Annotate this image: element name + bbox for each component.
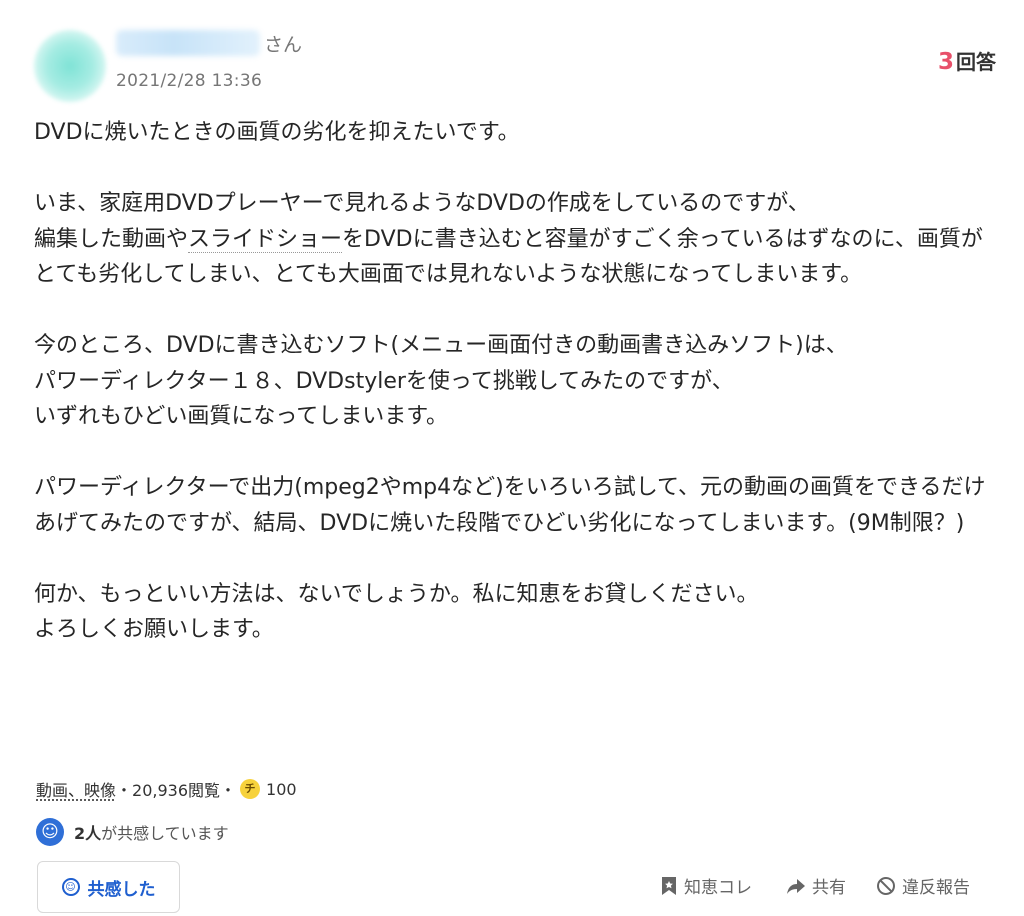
- empathy-button-label: 共感した: [87, 879, 156, 900]
- empathy-count: 2人: [74, 824, 102, 843]
- keyword-link[interactable]: スライドショー: [188, 226, 343, 253]
- question-paragraph-1-rest: 編集した動画やスライドショーをDVDに書き込むと容量がすごく余っているはずなのに…: [34, 222, 1000, 293]
- report-button[interactable]: 違反報告: [876, 873, 970, 898]
- view-count: ・20,936閲覧・: [116, 781, 237, 800]
- question-paragraph-4-line-1: 何か、もっといい方法は、ないでしょうか。私に知恵をお貸しください。: [34, 581, 759, 607]
- question-title: DVDに焼いたときの画質の劣化を抑えたいです。: [34, 120, 520, 145]
- question-paragraph-2-line-2: パワーディレクター１８、DVDstylerを使って挑戦してみたのですが、: [34, 368, 734, 394]
- report-label: 違反報告: [902, 878, 970, 898]
- bookmark-button[interactable]: 知恵コレ: [660, 873, 752, 898]
- share-label: 共有: [812, 878, 846, 898]
- answer-count-label: 回答: [956, 50, 996, 74]
- username-honorific: さん: [264, 34, 303, 56]
- bookmark-icon: [662, 876, 676, 895]
- share-button[interactable]: 共有: [786, 873, 846, 898]
- empathy-suffix: が共感しています: [101, 824, 229, 843]
- empathy-button[interactable]: ☺ 共感した: [37, 861, 180, 913]
- share-icon: [787, 878, 805, 894]
- question-text: 編集した動画や: [34, 226, 189, 252]
- smile-outline-icon: ☺: [61, 878, 80, 896]
- prohibited-icon: [877, 876, 895, 895]
- empathy-count-line: ☺ 2人 が共感しています: [36, 818, 229, 846]
- blurred-username[interactable]: [116, 30, 260, 56]
- coin-icon: チ: [240, 779, 261, 799]
- smile-icon: ☺: [36, 818, 64, 846]
- question-meta: 動画、映像 ・20,936閲覧・ チ 100: [36, 777, 297, 801]
- bookmark-label: 知恵コレ: [684, 878, 752, 898]
- question-paragraph-3: パワーディレクターで出力(mpeg2やmp4など)をいろいろ試して、元の動画の画…: [34, 475, 986, 536]
- question-paragraph-4-line-2: よろしくお願いします。: [34, 617, 274, 642]
- answer-count[interactable]: 3 回答: [938, 46, 996, 75]
- answer-count-number: 3: [937, 49, 954, 75]
- post-datetime: 2021/2/28 13:36: [116, 71, 263, 91]
- question-body: DVDに焼いたときの画質の劣化を抑えたいです。 いま、家庭用DVDプレーヤーで見…: [34, 115, 1000, 648]
- question-paragraph-2-line-1: 今のところ、DVDに書き込むソフト(メニュー画面付きの動画書き込みソフト)は、: [34, 333, 848, 358]
- question-paragraph-1-line-1: いま、家庭用DVDプレーヤーで見れるようなDVDの作成をしているのですが、: [34, 191, 810, 216]
- question-paragraph-2-line-3: いずれもひどい画質になってしまいます。: [34, 404, 449, 429]
- category-link[interactable]: 動画、映像: [36, 777, 116, 801]
- user-avatar[interactable]: [34, 30, 106, 102]
- coin-amount: 100: [266, 779, 297, 799]
